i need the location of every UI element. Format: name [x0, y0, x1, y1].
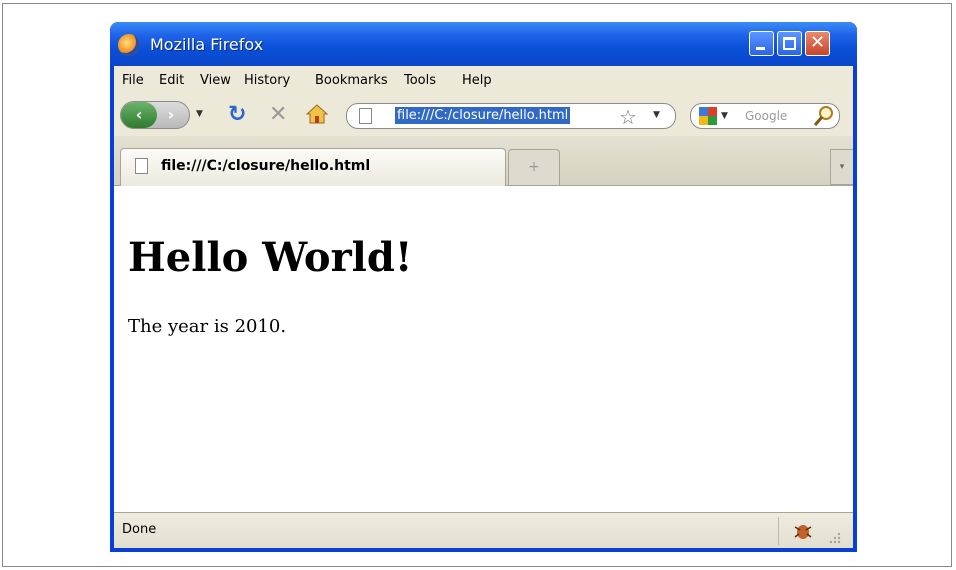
menu-edit[interactable]: Edit	[159, 73, 184, 88]
stop-icon: ✕	[269, 102, 288, 127]
firebug-icon[interactable]	[792, 519, 814, 541]
maximize-button[interactable]	[777, 31, 802, 56]
page-paragraph: The year is 2010.	[128, 316, 287, 337]
minimize-button[interactable]	[749, 31, 774, 56]
minimize-icon	[756, 47, 765, 50]
new-tab-button[interactable]: +	[508, 149, 560, 185]
reload-icon: ↻	[228, 102, 247, 127]
resize-grip-icon[interactable]	[826, 529, 842, 545]
tab-list-button[interactable]: ▾	[830, 149, 853, 185]
back-arrow-icon: ‹	[135, 105, 143, 124]
bookmark-star-icon[interactable]: ☆	[619, 105, 637, 129]
forward-button[interactable]: ›	[159, 102, 183, 128]
navigation-toolbar: ‹ › ▼ ↻ ✕ file:///C:/closure/hello.html …	[114, 94, 853, 136]
history-dropdown-icon[interactable]: ▼	[196, 109, 203, 119]
forward-arrow-icon: ›	[167, 105, 175, 124]
status-text: Done	[122, 522, 157, 537]
status-bar: Done	[114, 512, 853, 548]
stop-button[interactable]: ✕	[269, 102, 287, 127]
menu-tools[interactable]: Tools	[404, 73, 436, 88]
chevron-down-icon: ▾	[839, 162, 845, 172]
close-icon: ✕	[809, 32, 826, 53]
tab-active[interactable]: file:///C:/closure/hello.html	[120, 148, 506, 186]
url-bar[interactable]: file:///C:/closure/hello.html ☆ ▼	[346, 103, 676, 129]
maximize-icon	[783, 37, 796, 50]
url-input[interactable]: file:///C:/closure/hello.html	[395, 107, 571, 124]
page-heading: Hello World!	[128, 234, 413, 281]
menu-bookmarks[interactable]: Bookmarks	[315, 73, 388, 88]
search-engine-dropdown-icon[interactable]: ▼	[721, 111, 728, 121]
tab-label: file:///C:/closure/hello.html	[161, 158, 371, 174]
close-button[interactable]: ✕	[805, 31, 830, 56]
tab-bar: file:///C:/closure/hello.html + ▾	[114, 136, 853, 186]
search-input[interactable]: Google	[745, 109, 787, 123]
status-divider	[778, 517, 779, 545]
page-content: Hello World! The year is 2010.	[114, 186, 853, 512]
browser-chrome: File Edit View History Bookmarks Tools H…	[114, 66, 853, 186]
back-button[interactable]: ‹	[121, 102, 157, 128]
page-icon	[135, 158, 148, 174]
window-title: Mozilla Firefox	[150, 35, 264, 54]
search-icon[interactable]	[813, 105, 835, 127]
menu-view[interactable]: View	[200, 73, 231, 88]
home-icon[interactable]	[306, 103, 328, 125]
title-bar[interactable]: Mozilla Firefox ✕	[110, 22, 857, 66]
reload-button[interactable]: ↻	[228, 102, 246, 127]
menu-history[interactable]: History	[244, 73, 290, 88]
menu-help[interactable]: Help	[462, 73, 492, 88]
url-dropdown-icon[interactable]: ▼	[653, 110, 660, 120]
firefox-logo-icon	[118, 34, 140, 56]
menu-file[interactable]: File	[122, 73, 144, 88]
plus-icon: +	[528, 159, 540, 175]
back-forward-group: ‹ ›	[120, 101, 190, 129]
google-logo-icon	[699, 107, 717, 125]
browser-window: Mozilla Firefox ✕ File Edit View History…	[110, 22, 857, 552]
page-icon	[359, 108, 372, 124]
menu-bar: File Edit View History Bookmarks Tools H…	[114, 66, 853, 94]
search-box[interactable]: ▼ Google	[690, 103, 840, 129]
